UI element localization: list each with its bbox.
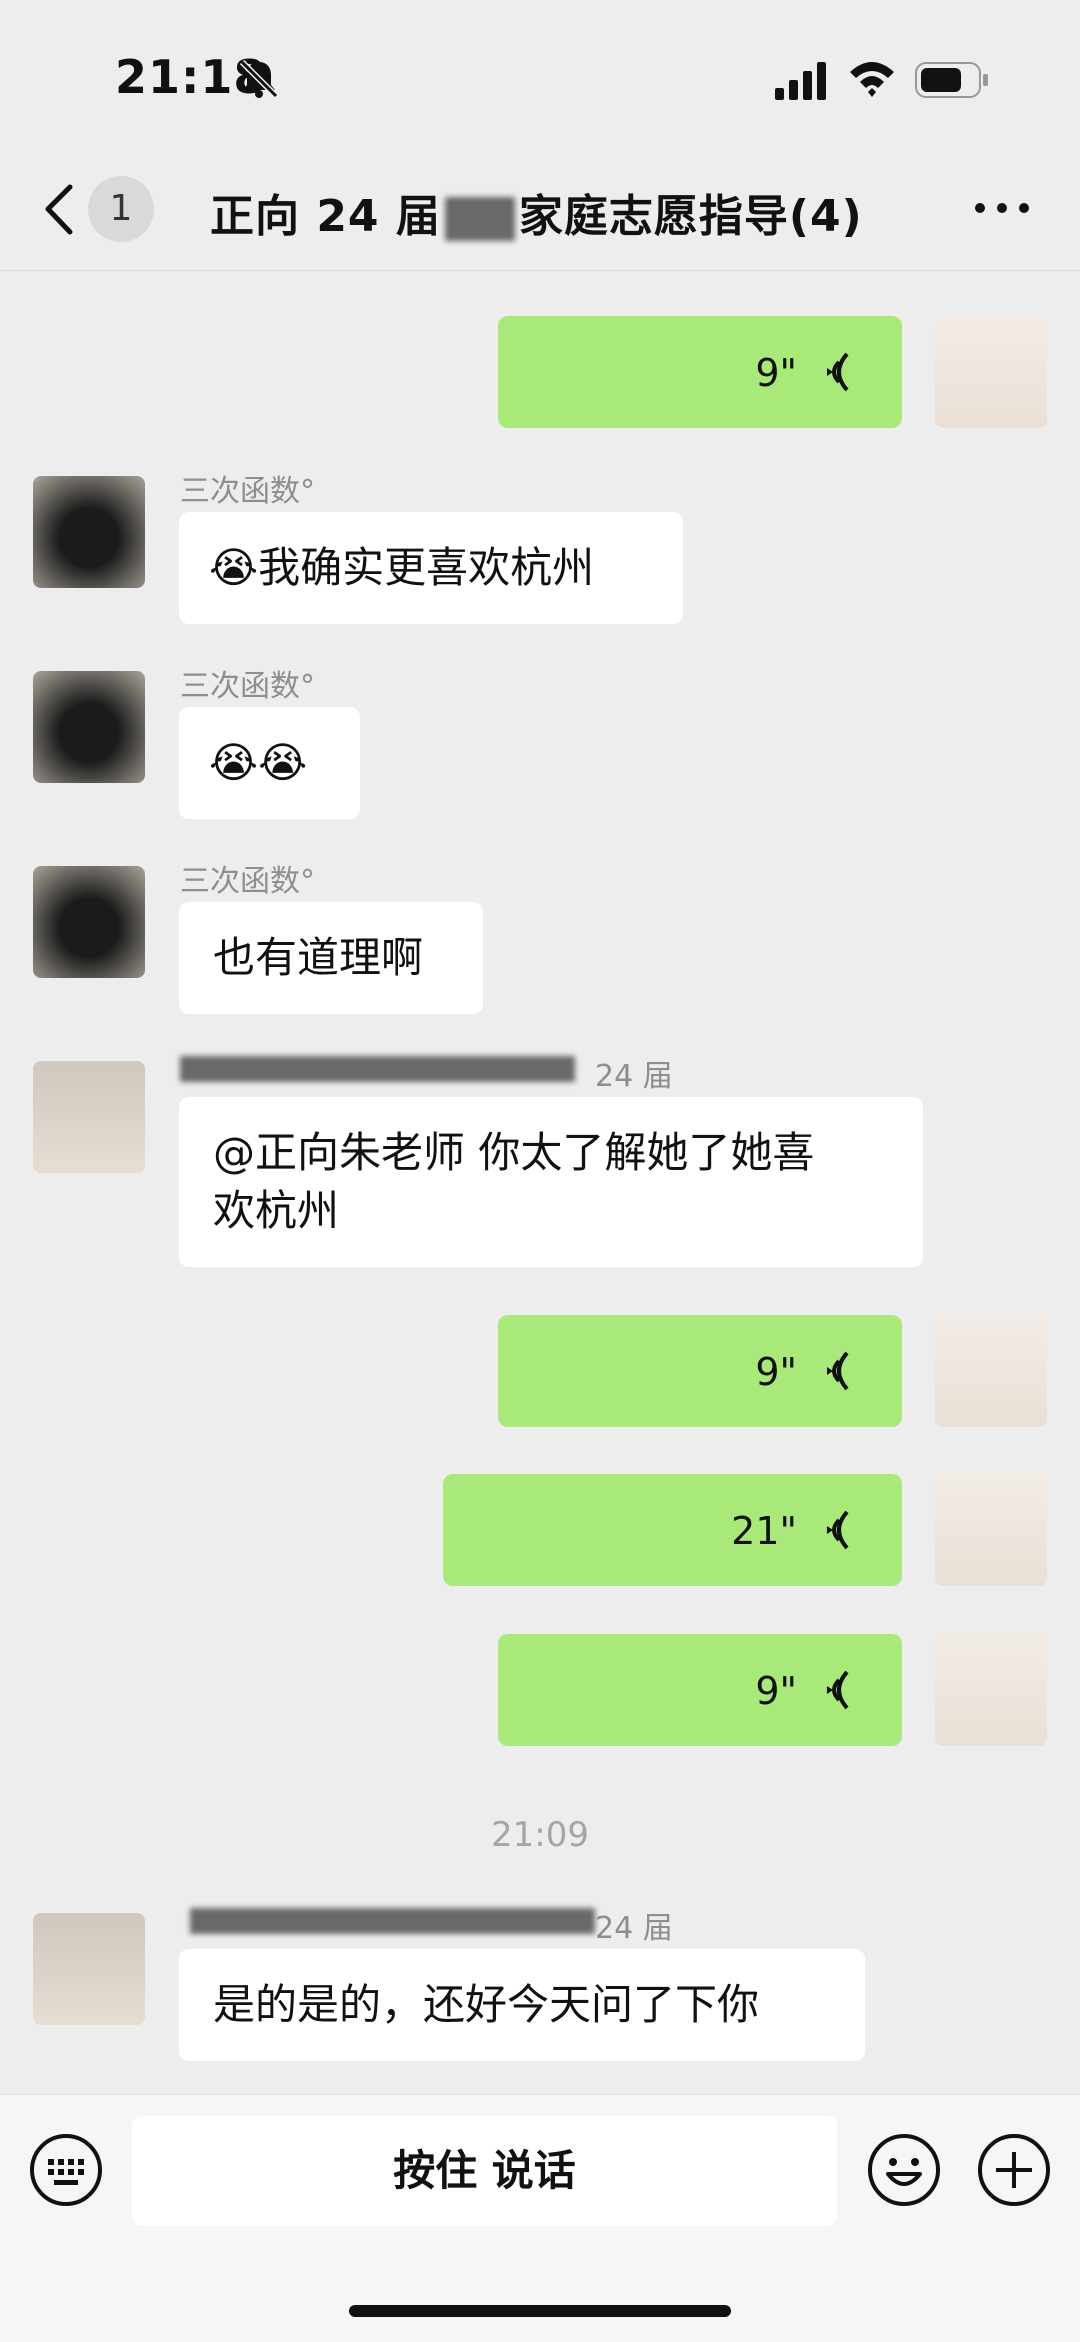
message-text: 也有道理啊 — [213, 933, 424, 982]
sender-avatar[interactable] — [33, 476, 145, 588]
redacted-sender-name — [180, 1056, 575, 1082]
voice-duration: 9" — [755, 1669, 797, 1713]
chat-title: 正向 24 届 家庭志愿指导(4) — [210, 180, 863, 244]
battery-icon — [915, 62, 988, 98]
laughing-crying-emoji-icon: 😭 — [209, 543, 259, 592]
voice-message-bubble[interactable]: 21" — [443, 1474, 902, 1586]
chevron-left-icon[interactable] — [42, 182, 76, 237]
my-avatar[interactable] — [935, 1474, 1047, 1586]
plus-icon[interactable] — [976, 2132, 1052, 2208]
unread-count-badge[interactable]: 1 — [88, 176, 154, 242]
sender-avatar[interactable] — [33, 671, 145, 783]
my-avatar[interactable] — [935, 316, 1047, 428]
chat-title-part1: 正向 24 届 — [210, 191, 441, 242]
sender-avatar[interactable] — [33, 866, 145, 978]
sender-name: 三次函数° — [180, 669, 315, 704]
message-text: 是的是的，还好今天问了下你 — [213, 1980, 760, 2029]
voice-duration: 9" — [755, 351, 797, 395]
voice-wave-icon — [827, 1351, 849, 1391]
wifi-icon — [850, 62, 894, 97]
sender-name: 三次函数° — [180, 864, 315, 899]
my-avatar[interactable] — [935, 1315, 1047, 1427]
bell-muted-icon — [239, 59, 279, 99]
voice-wave-icon — [827, 1670, 849, 1710]
sender-avatar[interactable] — [33, 1913, 145, 2025]
redacted-block — [444, 197, 515, 241]
sender-name: 三次函数° — [180, 474, 315, 509]
chat-title-part2: 家庭志愿指导(4) — [518, 191, 863, 242]
message-text-line: @正向朱老师 你太了解她了她喜 — [213, 1128, 815, 1177]
text-message-bubble[interactable]: 😭我确实更喜欢杭州 — [179, 512, 683, 624]
hold-to-talk-button[interactable]: 按住 说话 — [132, 2116, 837, 2226]
emoji-icon[interactable] — [866, 2132, 942, 2208]
laughing-crying-emoji-icon: 😭😭 — [209, 738, 308, 787]
sender-avatar[interactable] — [33, 1061, 145, 1173]
keyboard-icon[interactable] — [28, 2132, 104, 2208]
text-message-bubble[interactable]: 也有道理啊 — [179, 902, 483, 1014]
voice-wave-icon — [827, 352, 849, 392]
voice-message-bubble[interactable]: 9" — [498, 316, 902, 428]
sender-grade: 24 届 — [595, 1911, 673, 1946]
text-message-bubble[interactable]: 是的是的，还好今天问了下你 — [179, 1949, 865, 2061]
home-indicator[interactable] — [349, 2305, 731, 2317]
sender-grade: 24 届 — [595, 1059, 673, 1094]
voice-message-bubble[interactable]: 9" — [498, 1634, 902, 1746]
emoji-message-bubble[interactable]: 😭😭 — [179, 707, 360, 819]
voice-duration: 9" — [755, 1350, 797, 1394]
voice-duration: 21" — [731, 1509, 797, 1553]
message-text-line: 欢杭州 — [213, 1186, 340, 1235]
more-icon[interactable] — [972, 198, 1032, 218]
time-separator: 21:09 — [491, 1815, 589, 1855]
cellular-signal-icon — [775, 62, 826, 100]
message-text: 我确实更喜欢杭州 — [258, 543, 595, 592]
redacted-sender-name — [190, 1908, 595, 1934]
voice-wave-icon — [827, 1510, 849, 1550]
text-message-bubble[interactable]: @正向朱老师 你太了解她了她喜 欢杭州 — [179, 1097, 923, 1267]
voice-message-bubble[interactable]: 9" — [498, 1315, 902, 1427]
my-avatar[interactable] — [935, 1634, 1047, 1746]
